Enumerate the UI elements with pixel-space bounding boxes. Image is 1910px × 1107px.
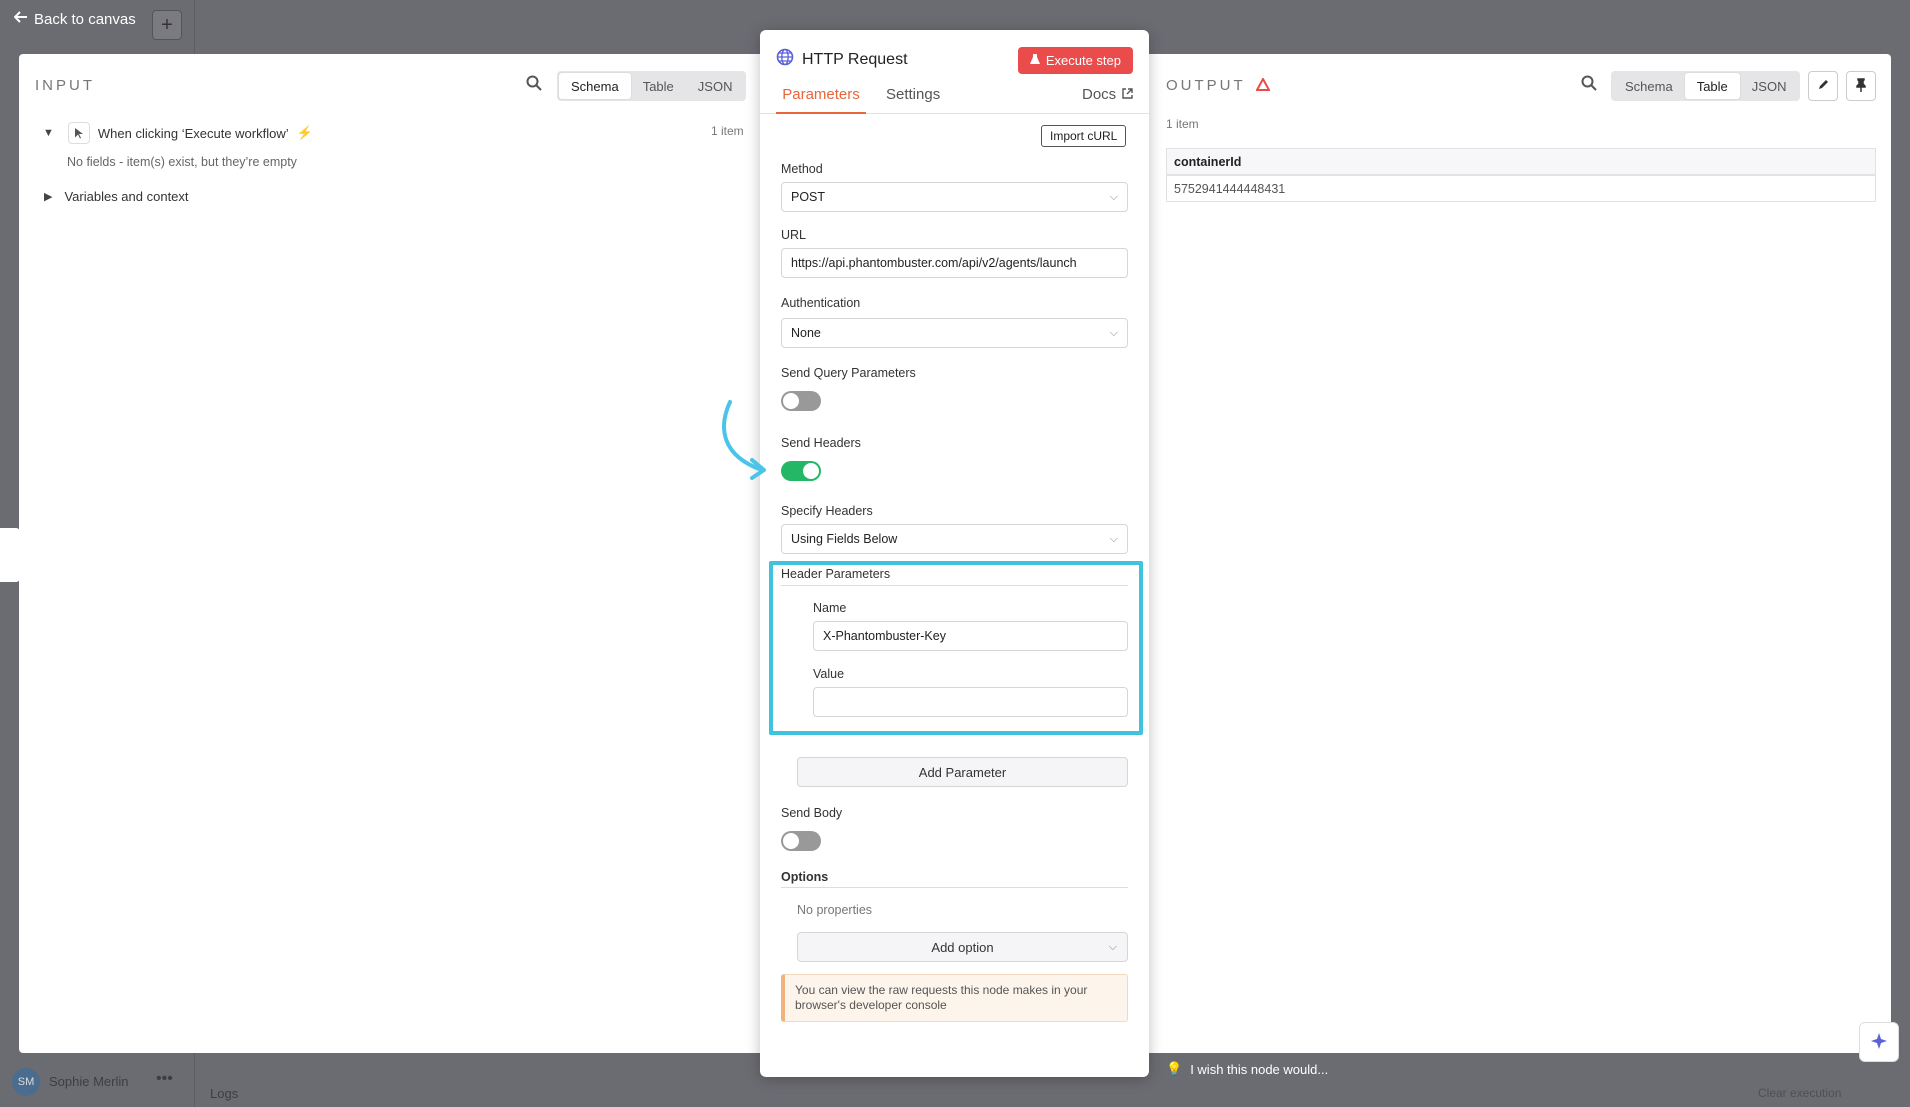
send-headers-toggle[interactable] [781, 461, 821, 481]
add-parameter-button[interactable]: Add Parameter [797, 757, 1128, 787]
tab-parameters[interactable]: Parameters [776, 86, 866, 114]
authentication-select[interactable]: None ⌵ [781, 318, 1128, 348]
feedback-text: I wish this node would... [1190, 1061, 1329, 1077]
input-view-json[interactable]: JSON [686, 73, 745, 99]
pin-output-button[interactable] [1846, 71, 1876, 101]
input-search-icon[interactable] [526, 75, 542, 94]
user-menu-icon[interactable]: ••• [156, 1070, 173, 1088]
execute-label: Execute step [1045, 53, 1121, 68]
tab-settings[interactable]: Settings [886, 86, 940, 114]
empty-note: No fields - item(s) exist, but they’re e… [67, 155, 297, 169]
cursor-icon [67, 122, 90, 144]
user-avatar[interactable]: SM [12, 1068, 40, 1096]
header-value-label: Value [813, 667, 845, 681]
url-label: URL [781, 228, 807, 242]
send-body-label: Send Body [781, 806, 843, 820]
method-select[interactable]: POST ⌵ [781, 182, 1128, 212]
send-query-toggle[interactable] [781, 391, 821, 411]
trigger-name: When clicking ‘Execute workflow’ [97, 125, 289, 141]
send-query-label: Send Query Parameters [781, 366, 916, 380]
output-view-json[interactable]: JSON [1740, 73, 1799, 99]
input-view-table[interactable]: Table [631, 73, 686, 99]
external-link-icon [1122, 86, 1133, 114]
add-option-label: Add option [931, 939, 994, 955]
header-name-input[interactable]: X-Phantombuster-Key [813, 621, 1128, 651]
ai-assistant-button[interactable] [1859, 1022, 1899, 1062]
pencil-icon [1817, 78, 1830, 94]
specify-headers-select[interactable]: Using Fields Below ⌵ [781, 524, 1128, 554]
no-properties-text: No properties [797, 903, 873, 917]
pin-icon [1855, 77, 1867, 95]
trigger-row[interactable]: ▼ When clicking ‘Execute workflow’ ⚡ [43, 122, 313, 144]
chevron-down-icon: ⌵ [1109, 190, 1118, 203]
variables-label: Variables and context [64, 189, 189, 204]
header-parameters-label: Header Parameters [781, 567, 891, 581]
warning-icon[interactable] [1254, 76, 1271, 94]
flask-icon [1029, 53, 1040, 68]
divider [781, 887, 1128, 888]
back-label: Back to canvas [34, 10, 136, 28]
send-headers-label: Send Headers [781, 436, 861, 450]
http-request-node-panel: HTTP Request Execute step Parameters Set… [760, 30, 1149, 1077]
node-title-text: HTTP Request [802, 50, 908, 68]
node-title: HTTP Request [776, 48, 908, 71]
output-item-count: 1 item [1166, 117, 1199, 131]
output-column-header: containerId [1166, 148, 1876, 175]
execute-step-button[interactable]: Execute step [1017, 47, 1133, 74]
chevron-down-icon: ⌵ [1109, 326, 1118, 339]
output-view-switch: Schema Table JSON [1611, 71, 1801, 101]
annotation-arrow [722, 400, 766, 480]
clear-execution-button[interactable]: Clear execution [1758, 1086, 1841, 1100]
docs-label: Docs [1082, 86, 1117, 103]
output-cell[interactable]: 5752941444448431 [1166, 175, 1876, 202]
input-view-switch: Schema Table JSON [557, 71, 747, 101]
docs-link[interactable]: Docs [1082, 86, 1133, 114]
url-value: https://api.phantombuster.com/api/v2/age… [791, 256, 1077, 270]
collapse-tab[interactable] [0, 528, 20, 582]
header-value-input[interactable] [813, 687, 1128, 717]
header-name-value: X-Phantombuster-Key [823, 629, 946, 643]
add-option-select[interactable]: Add option ⌵ [797, 932, 1128, 962]
authentication-value: None [791, 326, 821, 340]
output-title: OUTPUT [1166, 77, 1246, 94]
feedback-row[interactable]: 💡 I wish this node would... [1166, 1061, 1328, 1077]
chevron-down-icon: ⌵ [1108, 940, 1117, 953]
input-title: INPUT [35, 77, 95, 94]
method-value: POST [791, 190, 826, 204]
chevron-right-icon[interactable]: ▶ [44, 190, 52, 203]
globe-icon [776, 48, 794, 71]
output-search-icon[interactable] [1581, 75, 1597, 94]
variables-row[interactable]: ▶ Variables and context [44, 189, 189, 204]
output-view-schema[interactable]: Schema [1613, 73, 1685, 99]
arrow-left-icon [13, 10, 28, 28]
logs-label[interactable]: Logs [210, 1086, 238, 1101]
back-to-canvas-link[interactable]: Back to canvas [13, 10, 136, 28]
node-tabs: Parameters Settings Docs [760, 86, 1149, 114]
import-curl-button[interactable]: Import cURL [1041, 125, 1127, 147]
header-name-label: Name [813, 601, 847, 615]
specify-headers-label: Specify Headers [781, 504, 873, 518]
options-label: Options [781, 870, 829, 884]
user-name: Sophie Merlin [49, 1074, 129, 1089]
method-label: Method [781, 162, 823, 176]
divider [781, 585, 1128, 586]
lightning-icon: ⚡ [296, 125, 313, 140]
input-view-schema[interactable]: Schema [559, 73, 631, 99]
output-header: OUTPUT [1166, 76, 1271, 94]
lightbulb-icon: 💡 [1166, 1061, 1183, 1076]
url-input[interactable]: https://api.phantombuster.com/api/v2/age… [781, 248, 1128, 278]
add-node-button[interactable]: + [152, 10, 182, 40]
input-item-count: 1 item [711, 124, 744, 138]
specify-headers-value: Using Fields Below [791, 532, 898, 546]
authentication-label: Authentication [781, 296, 861, 310]
chevron-down-icon[interactable]: ▼ [43, 127, 54, 139]
sparkle-icon [1870, 1032, 1888, 1053]
send-body-toggle[interactable] [781, 831, 821, 851]
developer-console-note: You can view the raw requests this node … [781, 974, 1128, 1022]
input-header: INPUT [35, 77, 95, 94]
chevron-down-icon: ⌵ [1109, 532, 1118, 545]
edit-output-button[interactable] [1808, 71, 1838, 101]
output-view-table[interactable]: Table [1684, 73, 1740, 99]
